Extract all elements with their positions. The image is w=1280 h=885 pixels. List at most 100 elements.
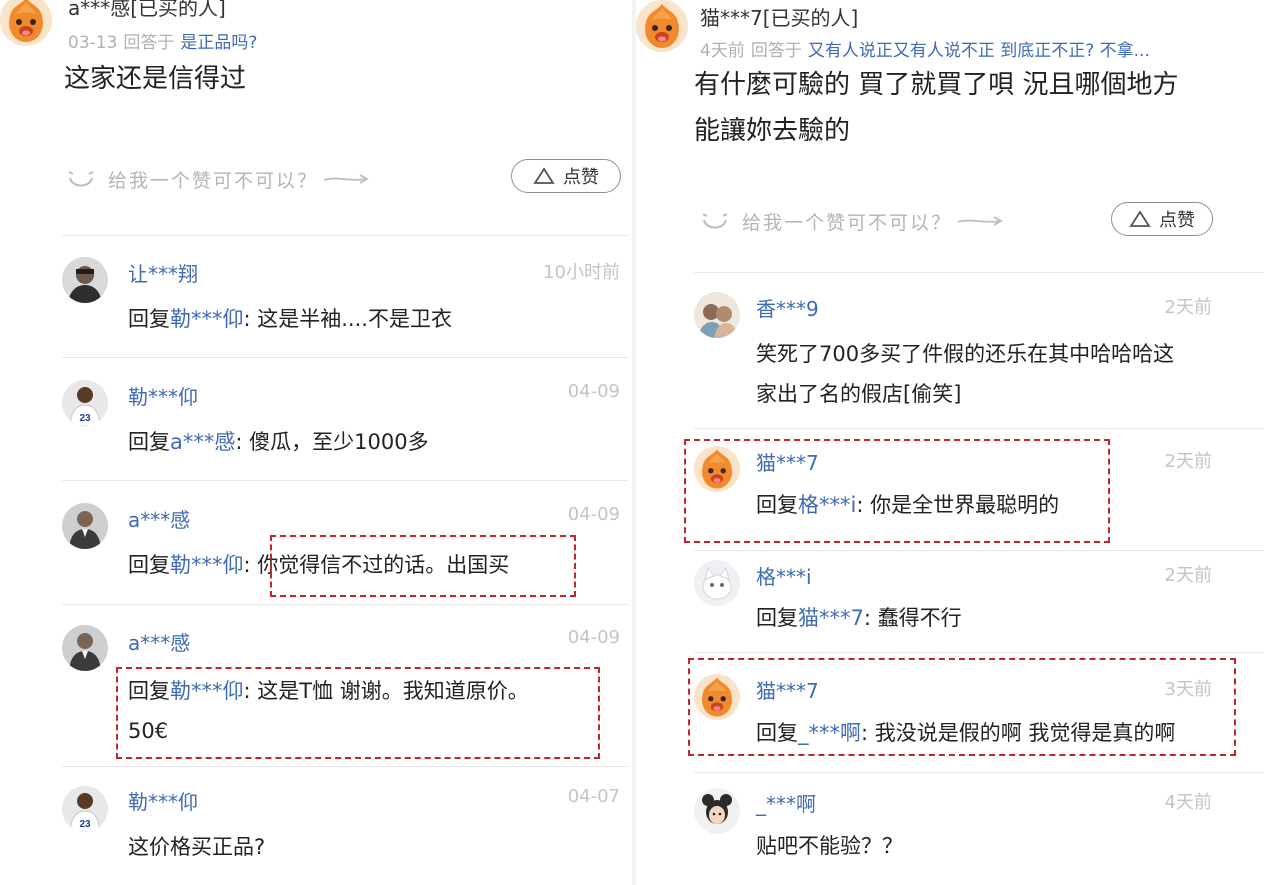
user-photo-avatar[interactable] xyxy=(62,625,108,671)
orange-mascot-avatar[interactable] xyxy=(694,674,740,720)
user-photo-avatar[interactable] xyxy=(62,786,108,832)
reply-prefix: 回复 xyxy=(128,679,170,703)
like-hint: 给我一个赞可不可以？ xyxy=(700,206,1004,236)
comment-body: 这价格买正品? xyxy=(128,835,266,859)
divider-line xyxy=(694,428,1264,429)
comment-time: 4天前 xyxy=(1164,792,1212,813)
answer-text-line2: 能讓妳去驗的 xyxy=(694,116,851,146)
answer-text-line1: 有什麼可驗的 買了就買了唄 況且哪個地方 xyxy=(694,70,1179,100)
comment-text: 这价格买正品? xyxy=(128,827,265,867)
reply-to-user[interactable]: 勒***仰 xyxy=(170,679,244,703)
comment-text: 回复勒***仰: 这是T恤 谢谢。我知道原价。 50€ xyxy=(128,671,529,751)
comment-body: : 你是全世界最聪明的 xyxy=(856,493,1060,517)
comment-author[interactable]: 香***9 xyxy=(756,293,819,322)
arrow-icon xyxy=(957,216,1003,226)
orange-mascot-avatar[interactable] xyxy=(0,0,52,46)
comment-body-line2: 50€ xyxy=(128,719,169,743)
comment-text: 回复勒***仰: 你觉得信不过的话。出国买 xyxy=(128,545,509,585)
triangle-like-icon xyxy=(533,167,555,184)
divider-line xyxy=(694,652,1264,653)
like-button-label: 点赞 xyxy=(1159,210,1195,231)
divider-line xyxy=(694,550,1264,551)
right-qa-panel: 猫***7[已买的人] 4天前 回答于 又有人说正又有人说不正 到底正不正? 不拿.… xyxy=(636,0,1280,885)
answer-text: 这家还是信得过 xyxy=(64,64,247,94)
answer-meta: 4天前 回答于 又有人说正又有人说不正 到底正不正? 不拿... xyxy=(700,36,1260,61)
comment-body: : 这是T恤 谢谢。我知道原价。 xyxy=(243,679,529,703)
user-photo-avatar[interactable] xyxy=(694,788,740,834)
answer-text: 有什麼可驗的 買了就買了唄 況且哪個地方 能讓妳去驗的 xyxy=(694,62,1179,154)
answerer-name[interactable]: 猫***7[已买的人] xyxy=(700,2,858,31)
reply-to-user[interactable]: _***啊 xyxy=(798,721,861,745)
comment-author[interactable]: 格***i xyxy=(756,561,812,590)
comment-text: 回复a***感: 傻瓜，至少1000多 xyxy=(128,422,429,462)
reply-prefix: 回复 xyxy=(756,493,798,517)
reply-to-user[interactable]: 格***i xyxy=(798,493,856,517)
comment-author[interactable]: 勒***仰 xyxy=(128,786,198,815)
divider-line xyxy=(694,272,1264,273)
comment-author[interactable]: 让***翔 xyxy=(128,258,198,287)
orange-mascot-avatar[interactable] xyxy=(636,0,688,52)
comment-text: 笑死了700多买了件假的还乐在其中哈哈哈这 家出了名的假店[偷笑] xyxy=(756,334,1174,414)
reply-prefix: 回复 xyxy=(128,430,170,454)
comment-text: 回复勒***仰: 这是半袖....不是卫衣 xyxy=(128,299,452,339)
answered-label: 回答于 xyxy=(123,33,175,53)
reply-to-user[interactable]: 勒***仰 xyxy=(170,307,244,331)
divider-line xyxy=(62,357,628,358)
comment-author[interactable]: 猫***7 xyxy=(756,447,819,476)
reply-to-user[interactable]: 猫***7 xyxy=(798,606,864,630)
user-photo-avatar[interactable] xyxy=(62,257,108,303)
like-hint: 给我一个赞可不可以？ xyxy=(66,164,370,194)
comment-author[interactable]: 猫***7 xyxy=(756,675,819,704)
comment-body: 贴吧不能验？？ xyxy=(756,834,903,858)
reply-prefix: 回复 xyxy=(128,307,170,331)
question-link[interactable]: 是正品吗? xyxy=(180,33,257,53)
reply-prefix: 回复 xyxy=(756,606,798,630)
comment-time: 2天前 xyxy=(1164,565,1212,586)
user-photo-avatar[interactable] xyxy=(694,560,740,606)
divider-line xyxy=(62,766,628,767)
user-photo-avatar[interactable] xyxy=(694,292,740,338)
comment-text: 回复格***i: 你是全世界最聪明的 xyxy=(756,485,1059,525)
smile-icon xyxy=(702,213,728,229)
like-hint-text: 给我一个赞可不可以？ xyxy=(742,211,953,234)
reply-to-user[interactable]: a***感 xyxy=(170,430,235,454)
answerer-name[interactable]: a***感[已买的人] xyxy=(68,0,226,21)
comment-text: 回复猫***7: 蠢得不行 xyxy=(756,598,962,638)
comment-author[interactable]: _***啊 xyxy=(756,788,816,817)
divider-line xyxy=(62,604,628,605)
comment-author[interactable]: 勒***仰 xyxy=(128,381,198,410)
comment-time: 10小时前 xyxy=(543,262,620,283)
reply-to-user[interactable]: 勒***仰 xyxy=(170,553,244,577)
comment-body: : 蠢得不行 xyxy=(863,606,962,630)
smile-icon xyxy=(68,171,94,187)
question-link[interactable]: 又有人说正又有人说不正 到底正不正? 不拿... xyxy=(808,41,1150,61)
comment-body: : 这是半袖....不是卫衣 xyxy=(243,307,452,331)
divider-line xyxy=(62,235,628,236)
like-button[interactable]: 点赞 xyxy=(1111,202,1213,236)
orange-mascot-avatar[interactable] xyxy=(694,446,740,492)
divider-line xyxy=(62,480,628,481)
comment-body: : 傻瓜，至少1000多 xyxy=(235,430,429,454)
user-photo-avatar[interactable] xyxy=(62,503,108,549)
comment-body: : 我没说是假的啊 我觉得是真的啊 xyxy=(861,721,1176,745)
user-photo-avatar[interactable] xyxy=(62,380,108,426)
reply-prefix: 回复 xyxy=(128,553,170,577)
comment-author[interactable]: a***感 xyxy=(128,627,190,656)
comment-time: 2天前 xyxy=(1164,451,1212,472)
comment-time: 04-09 xyxy=(567,381,620,402)
comment-time: 3天前 xyxy=(1164,679,1212,700)
comment-time: 04-07 xyxy=(567,786,620,807)
comment-author[interactable]: a***感 xyxy=(128,504,190,533)
comment-time: 04-09 xyxy=(567,504,620,525)
left-qa-panel: a***感[已买的人] 03-13 回答于 是正品吗? 这家还是信得过 给我一个赞可… xyxy=(0,0,632,885)
comment-body: 笑死了700多买了件假的还乐在其中哈哈哈这 xyxy=(756,342,1175,366)
like-button-label: 点赞 xyxy=(563,167,599,188)
divider-line xyxy=(694,772,1264,773)
like-button[interactable]: 点赞 xyxy=(511,159,621,193)
reply-prefix: 回复 xyxy=(756,721,798,745)
answer-date: 03-13 xyxy=(68,33,118,53)
answer-meta: 03-13 回答于 是正品吗? xyxy=(68,28,608,53)
like-hint-text: 给我一个赞可不可以？ xyxy=(108,169,319,192)
comment-time: 2天前 xyxy=(1164,297,1212,318)
triangle-like-icon xyxy=(1129,210,1151,227)
